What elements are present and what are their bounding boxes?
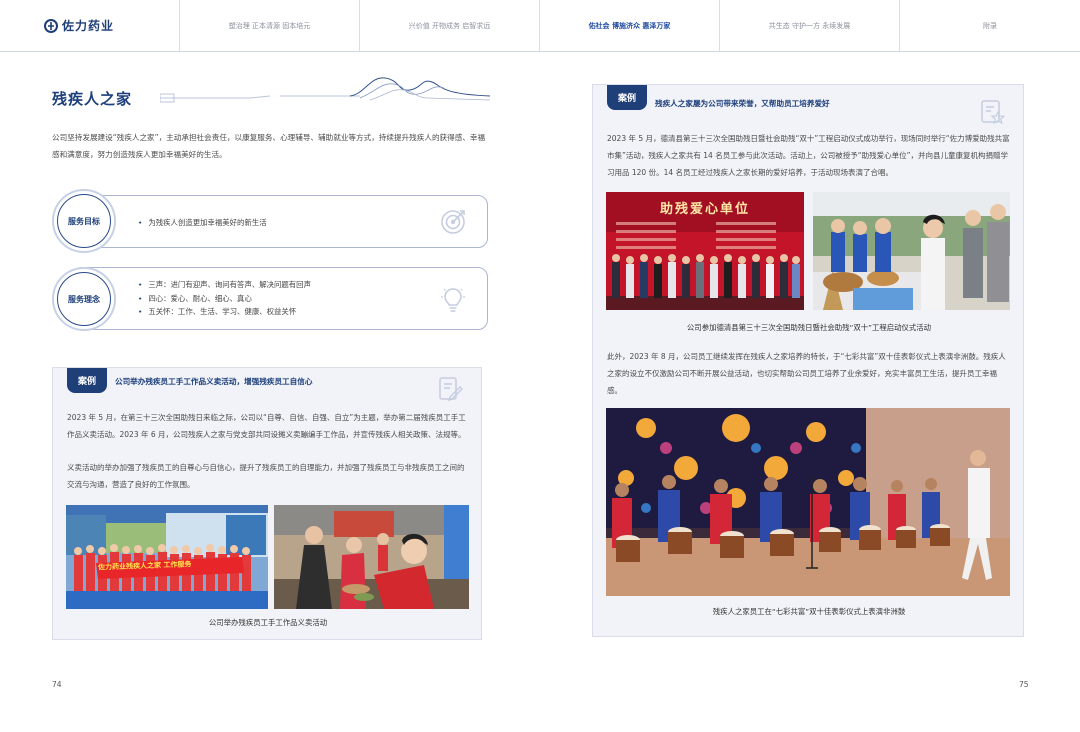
nav-item-society[interactable]: 佑社会 博施济众 惠泽万家 <box>540 0 720 51</box>
charity-sale-photo <box>274 505 469 609</box>
nav-item-appendix[interactable]: 附录 <box>900 0 1080 51</box>
nav-item-governance[interactable]: 塑治理 正本清源 固本培元 <box>180 0 360 51</box>
brand[interactable]: 佐力药业 <box>0 0 180 51</box>
page-number-left: 74 <box>52 680 62 689</box>
page-title: 残疾人之家 <box>52 90 133 108</box>
case-card-left: 案例 公司举办残疾员工手工作品义卖活动，增强残疾员工自信心 2023 年 5 月… <box>52 367 482 640</box>
charity-market-photo <box>813 192 1010 310</box>
brand-name: 佐力药业 <box>62 19 115 33</box>
top-nav: 佐力药业 塑治理 正本清源 固本培元 兴价值 开物成务 启智求远 佑社会 博施济… <box>0 0 1080 52</box>
intro-text: 公司坚持发展建设“残疾人之家”，主动承担社会责任，以康复服务、心理辅导、辅助就业… <box>52 133 486 159</box>
case-tag: 案例 <box>607 85 647 110</box>
wave-decoration <box>160 77 490 103</box>
case-heading: 残疾人之家屡为公司带来荣誉，又帮助员工培养爱好 <box>655 99 830 108</box>
case-paragraph: 义卖活动的举办加强了残疾员工的自尊心与自信心，提升了残疾员工的自理能力，并加强了… <box>67 463 465 489</box>
service-goal-label: 服务目标 <box>57 194 111 248</box>
photo-caption: 公司举办残疾员工手工作品义卖活动 <box>208 618 328 627</box>
group-banner-photo: 佐力药业残疾人之家 工作服务 <box>66 505 268 609</box>
service-concept-list: 三声：进门有迎声、询问有答声、解决问题有回声 四心：爱心、耐心、细心、真心 五关… <box>138 278 311 319</box>
certificate-icon <box>981 100 1005 125</box>
list-item: 四心：爱心、耐心、细心、真心 <box>138 292 311 306</box>
photo-caption: 残疾人之家员工在“七彩共富”双十佳表彰仪式上表演非洲鼓 <box>712 607 906 616</box>
stage-text: 助残爱心单位 <box>659 202 750 217</box>
service-concept-box: 三声：进门有迎声、询问有答声、解决问题有回声 四心：爱心、耐心、细心、真心 五关… <box>72 267 488 330</box>
list-item: 为残疾人创造更加幸福美好的新生活 <box>138 216 266 230</box>
drum-performance-photo <box>606 408 1010 596</box>
logo-icon <box>44 18 58 33</box>
service-concept-badge: 服务理念 <box>52 267 116 331</box>
service-concept-label: 服务理念 <box>57 272 111 326</box>
case-paragraph: 此外，2023 年 8 月，公司员工继续发挥在残疾人之家培养的特长，于“七彩共富… <box>607 352 1006 395</box>
page-number-right: 75 <box>1019 680 1029 689</box>
photo-caption: 公司参加德清县第三十三次全国助残日暨社会助残“双十”工程启动仪式活动 <box>686 323 932 332</box>
case-tag: 案例 <box>67 368 107 393</box>
lightbulb-icon <box>441 287 465 312</box>
service-goal-list: 为残疾人创造更加幸福美好的新生活 <box>138 216 266 230</box>
service-goal-badge: 服务目标 <box>52 189 116 253</box>
list-item: 三声：进门有迎声、询问有答声、解决问题有回声 <box>138 278 311 292</box>
list-item: 五关怀：工作、生活、学习、健康、权益关怀 <box>138 305 311 319</box>
nav-item-ecology[interactable]: 共生态 守护一方 永续发展 <box>720 0 900 51</box>
case-paragraph: 2023 年 5 月，在第三十三次全国助残日来临之际，公司以“自尊、自信、自强、… <box>67 413 466 439</box>
case-paragraph: 2023 年 5 月，德清县第三十三次全国助残日暨社会助残“双十”工程启动仪式成… <box>607 134 1010 177</box>
target-icon <box>441 209 465 234</box>
document-edit-icon <box>439 377 463 402</box>
case-card-right: 案例 残疾人之家屡为公司带来荣誉，又帮助员工培养爱好 2023 年 5 月，德清… <box>592 84 1024 637</box>
award-stage-photo: 助残爱心单位 <box>606 192 804 310</box>
case-heading: 公司举办残疾员工手工作品义卖活动，增强残疾员工自信心 <box>115 377 313 386</box>
nav-item-value[interactable]: 兴价值 开物成务 启智求远 <box>360 0 540 51</box>
service-goal-box: 为残疾人创造更加幸福美好的新生活 <box>72 195 488 248</box>
